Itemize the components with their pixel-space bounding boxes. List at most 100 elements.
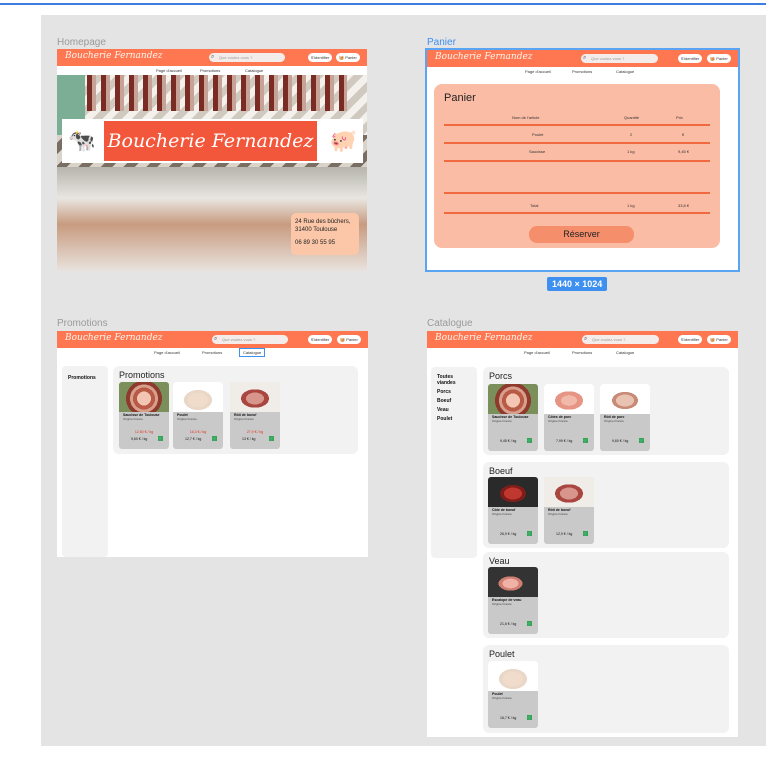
nav-catalogue[interactable]: Catalogue [238,348,266,357]
product-image [488,567,538,597]
nav-promotions[interactable]: Promotions [202,350,222,355]
brand-logo[interactable]: Boucherie Fernandez [65,51,163,61]
sidebar-item-porcs[interactable]: Porcs [437,389,471,395]
main-nav: Page d'accueil Promotions Catalogue [427,67,738,76]
product-price: 13 € / kg [242,437,256,441]
add-to-cart-icon[interactable]: 🛒 [527,531,532,536]
product-price: 9,60 € / kg [612,439,629,443]
brand-logo[interactable]: Boucherie Fernandez [435,52,533,62]
product-card[interactable]: Rôti de boeuf Origine France 12,9 € / kg… [544,477,594,544]
frame-size-badge: 1440 × 1024 [547,277,608,291]
cart-row-price: € [682,132,685,137]
phone-number: 06 89 30 55 95 [295,240,336,246]
cart-button[interactable]: 🧺 Panier [336,53,360,62]
section-porcs: Porcs Saucisse de Toulouse Origine Franc… [483,367,729,455]
login-button[interactable]: S'identifier [678,54,702,63]
product-card[interactable]: Saucisse de Toulouse Origine France 9,45… [488,384,538,451]
product-card[interactable]: Poulet Origine France 16,7 € / kg 🛒 [488,661,538,728]
main-nav: Page d'accueil Promotions Catalogue [57,348,368,357]
product-card[interactable]: Côtes de porc Origine France 7,99 € / kg… [544,384,594,451]
search-input[interactable]: ⌕ Que voulez-vous ? [209,53,285,62]
product-image [230,382,280,412]
section-title: Porcs [489,371,513,381]
frame-label-promotions[interactable]: Promotions [57,318,108,329]
add-to-cart-icon[interactable]: 🛒 [212,436,217,441]
frame-panier[interactable]: Boucherie Fernandez ⌕ Que voulez-vous ? S… [425,48,740,272]
frame-homepage[interactable]: Boucherie Fernandez ⌕ Que voulez-vous ? S… [57,49,367,271]
frame-label-homepage[interactable]: Homepage [57,37,106,48]
brand-logo[interactable]: Boucherie Fernandez [65,333,163,343]
product-origin: Origine France [492,419,512,423]
add-to-cart-icon[interactable]: 🛒 [158,436,163,441]
basket-icon: 🧺 [340,337,346,342]
cart-row-price: 9,45 € [678,149,690,154]
product-card[interactable]: Rôti de porc Origine France 9,60 € / kg … [600,384,650,451]
add-to-cart-icon[interactable]: 🛒 [639,438,644,443]
product-card[interactable]: Rôti de boeuf Origine France 27,9 € / kg… [230,382,280,449]
product-card[interactable]: Saucisse de Toulouse Origine France 12,6… [119,382,169,449]
main-nav: Page d'accueil Promotions Catalogue [57,66,367,75]
cart-button[interactable]: 🧺 Panier [707,335,731,344]
frame-label-panier[interactable]: Panier [427,37,456,48]
nav-home[interactable]: Page d'accueil [525,69,551,74]
address-line-1: 24 Rue des bûchers, [295,219,351,225]
divider [444,142,710,144]
product-card[interactable]: Poulet Origine France 16,3 € / kg 12,7 €… [173,382,223,449]
search-input[interactable]: ⌕ Que voulez-vous ? [581,54,658,63]
product-card[interactable]: Escalope de veau Origine France 21,6 € /… [488,567,538,634]
address-line-2: 31400 Toulouse [295,227,338,233]
add-to-cart-icon[interactable]: 🛒 [583,438,588,443]
frame-label-catalogue[interactable]: Catalogue [427,318,473,329]
frame-catalogue[interactable]: Boucherie Fernandez ⌕ Que voulez-vous ? S… [427,331,738,737]
add-to-cart-icon[interactable]: 🛒 [583,531,588,536]
sidebar-item-boeuf[interactable]: Boeuf [437,398,471,404]
section-title: Poulet [489,649,515,659]
brand-logo[interactable]: Boucherie Fernandez [435,333,533,343]
cart-button[interactable]: 🧺 Panier [707,54,731,63]
product-origin: Origine France [548,512,568,516]
product-price: 26,9 € / kg [500,532,517,536]
product-card[interactable]: Côte de boeuf Origine France 26,9 € / kg… [488,477,538,544]
product-price: 9,60 € / kg [131,437,148,441]
search-input[interactable]: ⌕ Que voulez-vous ? [212,335,288,344]
add-to-cart-icon[interactable]: 🛒 [527,621,532,626]
nav-home[interactable]: Page d'accueil [154,350,180,355]
nav-home[interactable]: Page d'accueil [156,68,182,73]
sidebar-item-all[interactable]: Toutes viandes [437,374,471,386]
nav-promotions[interactable]: Promotions [572,69,592,74]
nav-promotions[interactable]: Promotions [572,350,592,355]
add-to-cart-icon[interactable]: 🛒 [527,715,532,720]
product-image [600,384,650,414]
main-nav: Page d'accueil Promotions Catalogue [427,348,738,357]
login-button[interactable]: S'identifier [678,335,702,344]
hero-banner: 🐄 Boucherie Fernandez 🐖 [62,119,363,163]
nav-catalogue[interactable]: Catalogue [616,350,634,355]
login-button[interactable]: S'identifier [308,53,332,62]
sidebar-item-promotions[interactable]: Promotions [68,375,102,381]
search-icon: ⌕ [583,55,587,61]
cart-row-qty: 1 kg [627,149,635,154]
add-to-cart-icon[interactable]: 🛒 [269,436,274,441]
address-card: 24 Rue des bûchers, 31400 Toulouse 06 89… [291,213,359,255]
hero-title: Boucherie Fernandez [104,121,317,161]
product-origin: Origine France [492,512,512,516]
frame-promotions[interactable]: Boucherie Fernandez ⌕ Que voulez-vous ? S… [57,331,368,557]
nav-promotions[interactable]: Promotions [200,68,220,73]
reserve-button[interactable]: Réserver [529,226,634,243]
nav-home[interactable]: Page d'accueil [524,350,550,355]
nav-catalogue[interactable]: Catalogue [616,69,634,74]
cart-title: Panier [444,92,476,104]
section-title: Promotions [119,370,165,380]
product-price: 12,7 € / kg [185,437,202,441]
add-to-cart-icon[interactable]: 🛒 [527,438,532,443]
login-button[interactable]: S'identifier [308,335,332,344]
sidebar-item-poulet[interactable]: Poulet [437,416,471,422]
search-input[interactable]: ⌕ Que voulez-vous ? [582,335,659,344]
basket-icon: 🧺 [710,56,716,61]
nav-catalogue[interactable]: Catalogue [245,68,263,73]
cart-total-qty: 1 kg [627,203,635,208]
section-boeuf: Boeuf Côte de boeuf Origine France 26,9 … [483,462,729,548]
cart-panel: Panier Nom de l'article Quantité Prix Po… [434,84,720,248]
sidebar-item-veau[interactable]: Veau [437,407,471,413]
cart-button[interactable]: 🧺 Panier [337,335,361,344]
